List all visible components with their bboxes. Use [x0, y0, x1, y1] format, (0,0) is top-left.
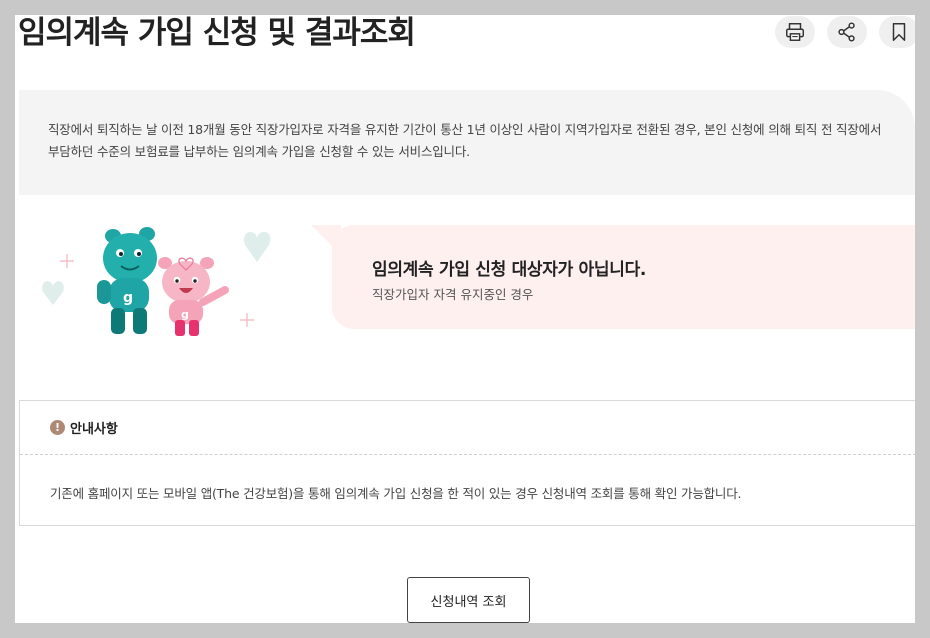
notice-body: 기존에 홈페이지 또는 모바일 앱(The 건강보험)을 통해 임의계속 가입 … [50, 486, 742, 501]
view-history-button[interactable]: 신청내역 조회 [407, 577, 530, 623]
notice-header: ! 안내사항 [20, 401, 915, 455]
result-title: 임의계속 가입 신청 대상자가 아닙니다. [372, 260, 647, 280]
print-button[interactable] [775, 16, 815, 48]
share-button[interactable] [827, 16, 867, 48]
result-subtitle: 직장가입자 자격 유지중인 경우 [372, 287, 534, 302]
heart-icon [243, 231, 271, 262]
printer-icon [786, 23, 804, 41]
sparkle-icon [240, 313, 254, 327]
service-description: 직장에서 퇴직하는 날 이전 18개월 동안 직장가입자로 자격을 유지한 기간… [19, 90, 915, 195]
notice-heading: 안내사항 [70, 422, 118, 437]
page-container: 임의계속 가입 신청 및 결과조회 직장에서 퇴직하는 날 이전 18개월 동안… [15, 15, 915, 623]
exclamation-icon: ! [50, 420, 65, 435]
bookmark-button[interactable] [879, 16, 915, 48]
mascot-illustration: g g [42, 227, 271, 336]
share-icon [838, 22, 855, 42]
heart-icon [42, 281, 64, 305]
svg-text:g: g [181, 308, 189, 321]
page-title: 임의계속 가입 신청 및 결과조회 [18, 15, 416, 51]
bookmark-icon [892, 23, 906, 41]
teal-mascot: g [97, 227, 157, 334]
sparkle-icon [60, 254, 74, 268]
notice-box: ! 안내사항 기존에 홈페이지 또는 모바일 앱(The 건강보험)을 통해 임… [19, 400, 915, 526]
svg-text:g: g [123, 290, 133, 306]
pink-mascot: g [158, 257, 229, 336]
